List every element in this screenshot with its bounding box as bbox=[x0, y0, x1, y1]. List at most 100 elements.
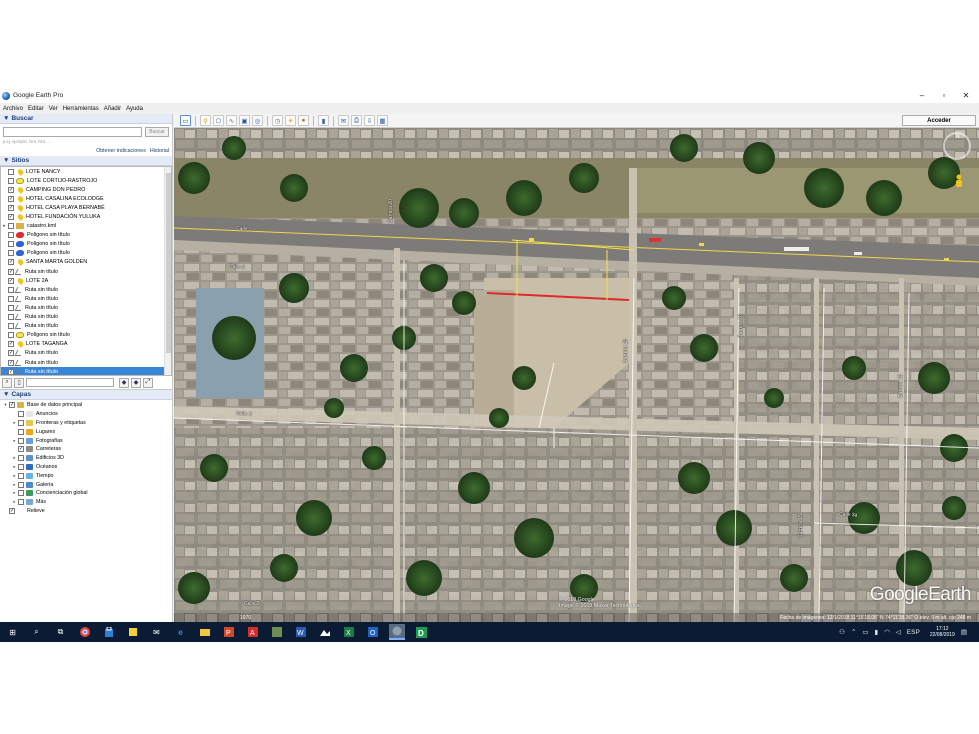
place-item[interactable]: ✓ HOTEL CASALINA ECOLODGE bbox=[1, 194, 171, 203]
placemark-icon[interactable]: ⚲ bbox=[200, 115, 211, 126]
task-view-icon[interactable]: ⧉ bbox=[55, 627, 66, 638]
sign-in-button[interactable]: Acceder bbox=[902, 115, 976, 126]
places-list[interactable]: LOTE NANCY LOTE CORTIJO-RASTROJO ✓ CAMPING … bbox=[0, 166, 172, 376]
layer-checkbox[interactable] bbox=[18, 437, 24, 444]
clock[interactable]: 17:12 22/08/2019 bbox=[930, 626, 955, 638]
history-icon[interactable]: ◷ bbox=[272, 115, 283, 126]
layer-item[interactable]: ✓ Carreteras bbox=[0, 445, 172, 454]
place-item[interactable]: Polígono sin título bbox=[1, 240, 171, 249]
place-item[interactable]: Ruta sin título bbox=[1, 294, 171, 303]
place-checkbox[interactable]: ✓ bbox=[8, 350, 14, 357]
layer-checkbox[interactable]: ✓ bbox=[9, 507, 15, 514]
layer-item[interactable]: ▸ Concienciación global bbox=[0, 489, 172, 498]
place-checkbox[interactable] bbox=[8, 168, 14, 175]
layer-item[interactable]: ▸ Más bbox=[0, 498, 172, 507]
place-checkbox[interactable]: ✓ bbox=[8, 259, 14, 266]
network-icon[interactable]: ▭ bbox=[862, 628, 868, 636]
edge-icon[interactable]: e bbox=[175, 627, 186, 638]
layer-item[interactable]: Lugares bbox=[0, 427, 172, 436]
place-item[interactable]: ✓ SANTA MARTA GOLDEN bbox=[1, 258, 171, 267]
maps-icon[interactable]: ▦ bbox=[377, 115, 388, 126]
search-input[interactable] bbox=[3, 127, 143, 137]
place-item[interactable]: LOTE CORTIJO-RASTROJO bbox=[1, 176, 171, 185]
layer-item[interactable]: ▸ Océanos bbox=[0, 463, 172, 472]
sidebar-icon[interactable]: ▭ bbox=[180, 115, 191, 126]
place-item[interactable]: ▸ catastro.kml bbox=[1, 222, 171, 231]
place-checkbox[interactable] bbox=[8, 223, 14, 230]
place-checkbox[interactable] bbox=[8, 241, 14, 248]
place-checkbox[interactable]: ✓ bbox=[8, 359, 14, 366]
expand-arrow-icon[interactable]: ▸ bbox=[11, 455, 18, 461]
place-checkbox[interactable]: ✓ bbox=[8, 186, 14, 193]
history-link[interactable]: Historial bbox=[150, 148, 169, 154]
place-item[interactable]: ✓ LOTE TAGANGA bbox=[1, 340, 171, 349]
layer-item[interactable]: ▸ Fronteras y etiquetas bbox=[0, 419, 172, 428]
battery-icon[interactable]: ▮ bbox=[875, 628, 879, 636]
place-item[interactable]: ✓ CAMPING DON PEDRO bbox=[1, 185, 171, 194]
acrobat-icon[interactable]: A bbox=[247, 627, 258, 638]
places-section-header[interactable]: ▼ Sitios bbox=[0, 156, 172, 166]
place-checkbox[interactable] bbox=[8, 304, 14, 311]
layer-checkbox[interactable] bbox=[18, 499, 24, 506]
layers-list[interactable]: ▾ ✓ Base de datos principal Anuncios ▸ Fronte… bbox=[0, 400, 172, 515]
expand-arrow-icon[interactable]: ▸ bbox=[11, 473, 18, 479]
expand-arrow-icon[interactable]: ▾ bbox=[2, 402, 9, 408]
place-checkbox[interactable]: ✓ bbox=[8, 341, 14, 348]
street-view-pegman-icon[interactable] bbox=[953, 174, 965, 188]
menu-archivo[interactable]: Archivo bbox=[3, 106, 23, 112]
place-item[interactable]: Ruta sin título bbox=[1, 303, 171, 312]
tour-icon[interactable]: ◎ bbox=[252, 115, 263, 126]
place-checkbox[interactable]: ✓ bbox=[8, 195, 14, 202]
place-item[interactable]: Ruta sin título bbox=[1, 285, 171, 294]
windows-icon[interactable]: ⊞ bbox=[7, 627, 18, 638]
menu-ver[interactable]: Ver bbox=[49, 106, 58, 112]
place-checkbox[interactable] bbox=[8, 314, 14, 321]
layer-item[interactable]: ✓ Relieve bbox=[0, 507, 172, 516]
expand-arrow-icon[interactable]: ▸ bbox=[11, 482, 18, 488]
maximize-button[interactable]: ▫ bbox=[933, 88, 955, 103]
expand-arrow-icon[interactable]: ▸ bbox=[11, 499, 18, 505]
file-explorer-icon[interactable] bbox=[199, 627, 210, 638]
layer-item[interactable]: ▸ Tiempo bbox=[0, 471, 172, 480]
layer-item[interactable]: ▸ Fotografías bbox=[0, 436, 172, 445]
menu-ayuda[interactable]: Ayuda bbox=[126, 106, 143, 112]
email-icon[interactable]: ✉ bbox=[338, 115, 349, 126]
notes-icon[interactable] bbox=[127, 627, 138, 638]
place-checkbox[interactable] bbox=[8, 177, 14, 184]
get-directions-link[interactable]: Obtener indicaciones bbox=[96, 148, 146, 154]
place-checkbox[interactable]: ✓ bbox=[8, 368, 14, 375]
layer-checkbox[interactable] bbox=[18, 490, 24, 497]
place-checkbox[interactable]: ✓ bbox=[8, 277, 14, 284]
place-checkbox[interactable] bbox=[8, 295, 14, 302]
layer-item[interactable]: ▾ ✓ Base de datos principal bbox=[0, 401, 172, 410]
wifi-icon[interactable]: ◠ bbox=[884, 628, 890, 636]
layer-checkbox[interactable]: ✓ bbox=[18, 446, 24, 453]
layer-checkbox[interactable] bbox=[18, 463, 24, 470]
layer-checkbox[interactable] bbox=[18, 411, 24, 418]
expand-arrow-icon[interactable]: ▸ bbox=[11, 420, 18, 426]
overlay-icon[interactable]: ▣ bbox=[239, 115, 250, 126]
expand-arrow-icon[interactable]: ▸ bbox=[11, 490, 18, 496]
layer-checkbox[interactable] bbox=[18, 472, 24, 479]
language-indicator[interactable]: ESP bbox=[907, 629, 920, 636]
path-icon[interactable]: ∿ bbox=[226, 115, 237, 126]
place-checkbox[interactable]: ✓ bbox=[8, 204, 14, 211]
place-checkbox[interactable] bbox=[8, 332, 14, 339]
layer-item[interactable]: ▸ Galería bbox=[0, 480, 172, 489]
place-checkbox[interactable] bbox=[8, 286, 14, 293]
layer-checkbox[interactable] bbox=[18, 481, 24, 488]
google-earth-icon[interactable] bbox=[389, 624, 405, 640]
layers-section-header[interactable]: ▼ Capas bbox=[0, 390, 172, 400]
planets-icon[interactable]: ● bbox=[298, 115, 309, 126]
search-section-header[interactable]: ▼ Buscar bbox=[0, 114, 172, 124]
place-checkbox[interactable] bbox=[8, 250, 14, 257]
layer-checkbox[interactable] bbox=[18, 455, 24, 462]
chrome-icon[interactable] bbox=[79, 627, 90, 638]
move-down-icon[interactable]: ◆ bbox=[131, 377, 141, 388]
place-checkbox[interactable] bbox=[8, 232, 14, 239]
move-up-icon[interactable]: ◆ bbox=[119, 377, 129, 388]
excel-icon[interactable]: X bbox=[343, 627, 354, 638]
menu-anadir[interactable]: Añadir bbox=[104, 106, 121, 112]
layer-checkbox[interactable] bbox=[18, 428, 24, 435]
ruler-icon[interactable]: ▮ bbox=[318, 115, 329, 126]
